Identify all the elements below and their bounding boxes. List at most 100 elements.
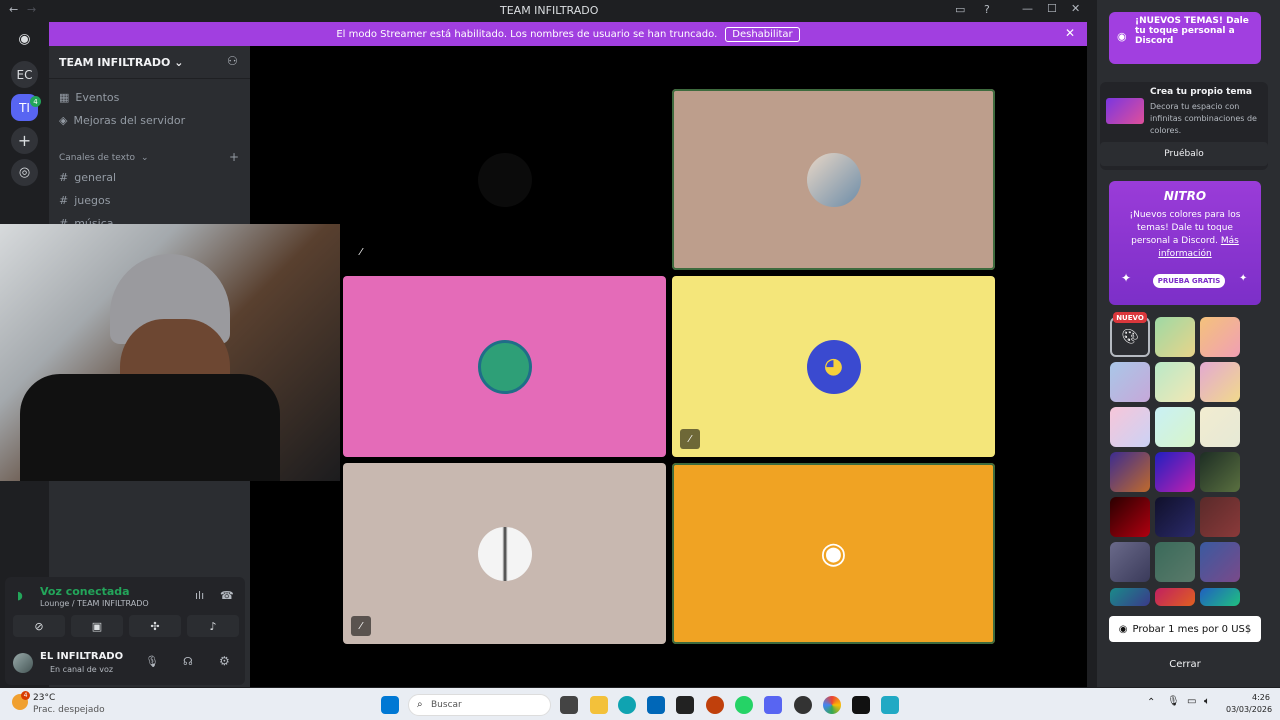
voice-status[interactable]: Voz conectada — [40, 585, 130, 598]
theme-swatch[interactable] — [1155, 542, 1195, 582]
forward-button[interactable]: → — [27, 3, 36, 16]
text-channels-category[interactable]: Canales de texto ⌄ — [59, 153, 149, 163]
username[interactable]: EL INFILTRADO — [40, 651, 123, 662]
theme-swatch[interactable] — [1110, 362, 1150, 402]
discord-home-icon[interactable]: ◉ — [11, 25, 38, 52]
activities-button[interactable]: ✣ — [129, 615, 181, 637]
obs-icon[interactable] — [794, 696, 812, 714]
file-explorer-icon[interactable] — [590, 696, 608, 714]
theme-swatch[interactable] — [1200, 588, 1240, 606]
server-name[interactable]: TEAM INFILTRADO ⌄ — [59, 56, 183, 69]
create-theme-desc: Decora tu espacio con infinitas combinac… — [1150, 102, 1257, 135]
custom-theme-swatch[interactable]: 🎨︎ — [1110, 317, 1150, 357]
webcam-overlay — [0, 224, 340, 481]
microphone-icon[interactable]: 🎙︎ — [1167, 696, 1180, 707]
video-tile-2[interactable] — [672, 89, 995, 270]
maximize-button[interactable]: ☐ — [1047, 2, 1057, 15]
screen-share-button[interactable]: ▣ — [71, 615, 123, 637]
theme-swatch[interactable] — [1110, 588, 1150, 606]
theme-swatch[interactable] — [1110, 497, 1150, 537]
theme-swatch[interactable] — [1200, 317, 1240, 357]
theme-swatch[interactable] — [1155, 317, 1195, 357]
create-theme-card: Crea tu propio tema Decora tu espacio co… — [1100, 82, 1268, 170]
help-icon[interactable]: ? — [984, 3, 990, 16]
theme-swatch[interactable] — [1200, 497, 1240, 537]
weather-text[interactable]: Prac. despejado — [33, 705, 105, 715]
theme-swatch[interactable] — [1110, 407, 1150, 447]
theme-swatch[interactable] — [1200, 362, 1240, 402]
close-banner-icon[interactable]: ✕ — [1065, 26, 1075, 40]
whatsapp-icon[interactable] — [735, 696, 753, 714]
nitro-text: ¡Nuevos colores para los temas! Dale tu … — [1129, 210, 1241, 259]
headphones-icon[interactable]: ☊ — [183, 655, 193, 668]
brave-icon[interactable] — [706, 696, 724, 714]
add-channel-icon[interactable]: + — [229, 150, 239, 164]
disable-streamer-button[interactable]: Deshabilitar — [725, 26, 800, 42]
channel-juegos[interactable]: # juegos — [59, 194, 110, 207]
settings-gear-icon[interactable]: ⚙ — [219, 654, 230, 668]
server-boosts-item[interactable]: ◈ Mejoras del servidor — [59, 114, 185, 127]
windows-taskbar: 4 23°C Prac. despejado ⌕ Buscar ⌃ 🎙︎ ▭ 🔈… — [0, 688, 1280, 720]
edge-icon[interactable] — [618, 696, 636, 714]
store-icon[interactable] — [647, 696, 665, 714]
clock-date[interactable]: 03/03/2026 — [1226, 705, 1272, 714]
explore-icon[interactable]: ◎ — [11, 159, 38, 186]
try-it-button[interactable]: Pruébalo — [1100, 142, 1268, 166]
hash-icon: # — [59, 194, 69, 207]
capcut-icon[interactable] — [676, 696, 694, 714]
video-tile-5[interactable]: ⁄ — [343, 463, 666, 644]
channel-general[interactable]: # general — [59, 171, 116, 184]
avatar — [477, 526, 532, 581]
boost-icon: ◈ — [59, 114, 68, 127]
theme-swatch[interactable] — [1200, 452, 1240, 492]
chrome-icon[interactable] — [823, 696, 841, 714]
invite-icon[interactable]: ⚇ — [227, 54, 238, 68]
theme-swatch[interactable] — [1200, 407, 1240, 447]
chevron-up-icon[interactable]: ⌃ — [1147, 697, 1155, 708]
theme-swatch[interactable] — [1155, 362, 1195, 402]
taskbar-search[interactable]: ⌕ Buscar — [408, 694, 551, 716]
soundboard-button[interactable]: ♪ — [187, 615, 239, 637]
streamer-mode-banner: El modo Streamer está habilitado. Los no… — [49, 22, 1087, 46]
temperature[interactable]: 23°C — [33, 693, 55, 703]
theme-swatch[interactable] — [1155, 588, 1195, 606]
close-window-button[interactable]: ✕ — [1071, 2, 1080, 15]
add-server-icon[interactable]: + — [11, 127, 38, 154]
inbox-icon[interactable]: ▭ — [955, 3, 965, 16]
avatar[interactable] — [13, 653, 33, 673]
volume-icon[interactable]: 🔈︎ — [1204, 696, 1210, 707]
theme-swatch[interactable] — [1155, 497, 1195, 537]
avatar — [806, 152, 861, 207]
start-icon[interactable] — [381, 696, 399, 714]
theme-swatch[interactable] — [1200, 542, 1240, 582]
video-tile-1[interactable]: ⁄ — [343, 89, 666, 270]
disconnect-icon[interactable]: ☎ — [220, 589, 234, 602]
theme-swatch[interactable] — [1110, 542, 1150, 582]
events-item[interactable]: ▦ Eventos — [59, 91, 119, 104]
video-tile-6[interactable]: ◉ — [672, 463, 995, 644]
network-icon[interactable]: ▭ — [1187, 696, 1196, 707]
title-bar: ← → TEAM INFILTRADO ▭ ? — ☐ ✕ — [0, 0, 1087, 21]
minimize-button[interactable]: — — [1022, 2, 1033, 15]
trial-cta-button[interactable]: ◉ Probar 1 mes por 0 US$ — [1109, 616, 1261, 642]
theme-swatch[interactable] — [1110, 452, 1150, 492]
server-ec[interactable]: EC — [11, 61, 38, 88]
voice-location[interactable]: Lounge / TEAM INFILTRADO — [40, 599, 149, 608]
clock-time[interactable]: 4:26 — [1252, 693, 1270, 702]
video-tile-4[interactable]: ◕ ⁄ — [672, 276, 995, 457]
microphone-icon[interactable]: 🎙︎ — [145, 655, 159, 668]
epic-games-icon[interactable] — [852, 696, 870, 714]
hoodie-shape — [20, 374, 280, 481]
back-button[interactable]: ← — [9, 3, 18, 16]
free-trial-button[interactable]: PRUEBA GRATIS — [1153, 274, 1225, 288]
notepad-icon[interactable] — [881, 696, 899, 714]
video-tile-3[interactable] — [343, 276, 666, 457]
palette-icon: 🎨︎ — [1121, 329, 1139, 345]
theme-swatch[interactable] — [1155, 407, 1195, 447]
theme-swatch[interactable] — [1155, 452, 1195, 492]
discord-icon[interactable] — [764, 696, 782, 714]
close-panel-button[interactable]: Cerrar — [1109, 652, 1261, 676]
camera-button[interactable]: ⊘ — [13, 615, 65, 637]
noise-suppression-icon[interactable]: ılı — [195, 589, 204, 602]
task-view-icon[interactable] — [560, 696, 578, 714]
